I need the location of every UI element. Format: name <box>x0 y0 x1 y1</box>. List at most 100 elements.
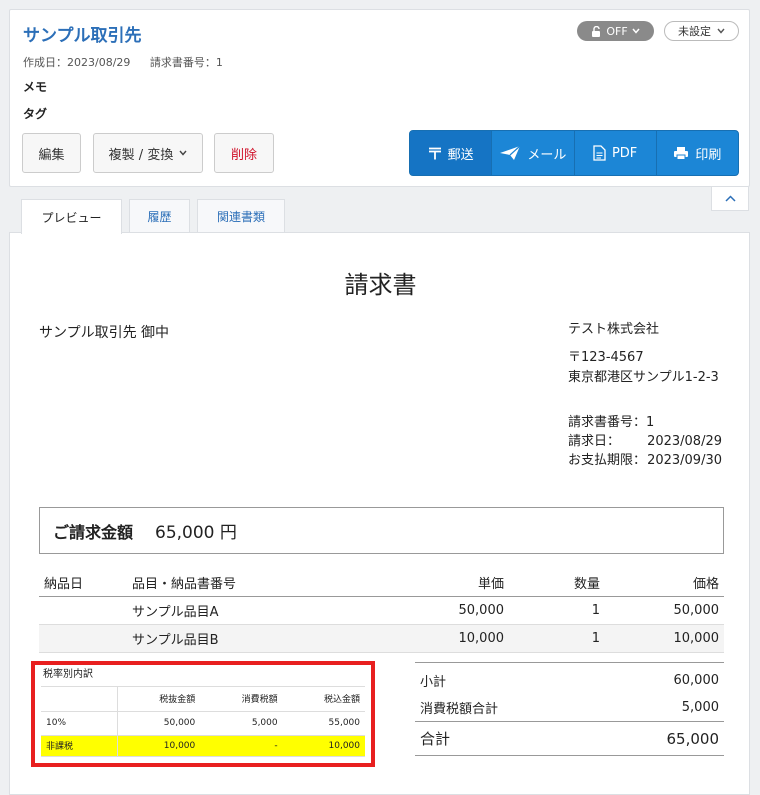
sender-postal: 〒123-4567 <box>568 350 644 365</box>
tax-total-label: 消費税額合計 <box>420 702 499 717</box>
table-row: サンプル品目A 50,000 1 50,000 <box>39 597 724 625</box>
item-name: サンプル品目B <box>132 633 219 648</box>
info-key: 請求日： <box>568 434 621 449</box>
tax-amount: 5,000 <box>200 711 283 736</box>
subtotal-value: 60,000 <box>673 672 720 688</box>
tag-label: タグ <box>23 107 48 121</box>
mail-post-button[interactable]: 郵送 <box>410 131 493 175</box>
tab-preview[interactable]: プレビュー <box>21 199 122 234</box>
print-button[interactable]: 印刷 <box>657 131 738 175</box>
created-date: 作成日：2023/08/29 <box>23 56 131 69</box>
info-row: 請求日： 2023/08/29 <box>568 432 722 451</box>
items-header-row: 納品日 品目・納品書番号 単価 数量 価格 <box>39 569 724 597</box>
copy-convert-button[interactable]: 複製 / 変換 <box>93 133 203 173</box>
unlock-icon <box>591 25 602 37</box>
edit-button[interactable]: 編集 <box>22 133 81 173</box>
tax-breakdown-table: 税抜金額 消費税額 税込金額 10% 50,000 5,000 55,000 非… <box>41 687 365 757</box>
items-table: 納品日 品目・納品書番号 単価 数量 価格 サンプル品目A 50,000 1 5… <box>39 569 724 653</box>
tax-breakdown-title: 税率別内訳 <box>41 669 365 687</box>
pdf-label: PDF <box>611 145 638 161</box>
item-amount: 10,000 <box>673 631 720 646</box>
info-value: 2023/08/29 <box>647 434 722 449</box>
item-amount: 50,000 <box>673 603 720 618</box>
subtotal-row: 小計 60,000 <box>415 666 724 694</box>
mail-post-label: 郵送 <box>447 147 474 163</box>
chevron-down-icon <box>632 28 640 34</box>
tax-col-header: 税抜金額 <box>117 687 201 712</box>
tax-total-row: 消費税額合計 5,000 <box>415 694 724 722</box>
item-quantity: 1 <box>591 603 600 618</box>
print-label: 印刷 <box>695 147 722 163</box>
header-card: サンプル取引先 作成日：2023/08/29 請求書番号：1 メモ タグ OFF… <box>9 9 750 187</box>
grand-total-row: 合計 65,000 <box>415 722 724 756</box>
chevron-up-icon <box>724 195 736 202</box>
send-actions: 郵送 メール PDF 印刷 <box>409 130 739 176</box>
document-title: 請求書 <box>344 271 417 299</box>
sender-address: 東京都港区サンプル1-2-3 <box>568 370 719 385</box>
tax-col-header: 消費税額 <box>200 687 283 712</box>
document-info: 請求書番号： 1 請求日： 2023/08/29 お支払期限： 2023/09/30 <box>568 413 722 470</box>
chevron-down-icon <box>717 28 725 34</box>
tax-amount: - <box>200 735 283 757</box>
tax-col-header: 税込金額 <box>282 687 365 712</box>
email-label: メール <box>527 147 567 163</box>
delete-button-label: 削除 <box>230 147 257 163</box>
invoice-number: 請求書番号：1 <box>149 56 223 69</box>
subtotal-label: 小計 <box>420 674 447 690</box>
item-quantity: 1 <box>591 631 600 646</box>
collapse-button[interactable] <box>711 187 749 211</box>
info-value: 1 <box>646 415 655 430</box>
sender-block: テスト株式会社 〒123-4567 東京都港区サンプル1-2-3 <box>568 320 719 388</box>
postal-icon <box>428 147 442 160</box>
tax-excluded-amount: 50,000 <box>117 711 201 736</box>
partner-title[interactable]: サンプル取引先 <box>23 21 142 46</box>
document-icon <box>593 145 606 161</box>
sender-company: テスト株式会社 <box>568 322 660 337</box>
info-row: 請求書番号： 1 <box>568 413 722 432</box>
lock-toggle[interactable]: OFF <box>577 21 654 41</box>
invoice-preview: 請求書 サンプル取引先 御中 テスト株式会社 〒123-4567 東京都港区サン… <box>9 232 750 795</box>
totals-block: 小計 60,000 消費税額合計 5,000 合計 65,000 <box>415 662 724 756</box>
delete-button[interactable]: 削除 <box>214 133 274 173</box>
tax-breakdown-box: 税率別内訳 税抜金額 消費税額 税込金額 10% 50,000 5,000 55… <box>31 661 375 767</box>
tax-rate: 非課税 <box>41 735 118 757</box>
tax-row: 10% 50,000 5,000 55,000 <box>41 711 365 736</box>
email-button[interactable]: メール <box>492 131 575 175</box>
tax-included-amount: 55,000 <box>282 711 365 736</box>
tax-included-amount: 10,000 <box>282 735 365 757</box>
tax-rate: 10% <box>41 711 118 736</box>
info-key: 請求書番号： <box>568 415 647 430</box>
chevron-down-icon <box>179 150 187 156</box>
tax-total-value: 5,000 <box>681 700 719 715</box>
tab-history[interactable]: 履歴 <box>129 199 190 233</box>
client-name: サンプル取引先 御中 <box>39 325 170 341</box>
item-name: サンプル品目A <box>132 605 219 620</box>
billing-amount-label: ご請求金額 <box>53 522 134 542</box>
status-select[interactable]: 未設定 <box>664 21 739 41</box>
copy-button-label: 複製 / 変換 <box>108 147 174 163</box>
item-unit-price: 10,000 <box>458 631 505 646</box>
col-header: 単価 <box>477 577 504 592</box>
tax-excluded-amount: 10,000 <box>117 735 201 757</box>
grand-total-value: 65,000 <box>666 729 720 748</box>
toggle-label: OFF <box>606 24 628 38</box>
col-header: 数量 <box>573 577 600 592</box>
info-key: お支払期限： <box>568 453 647 468</box>
billing-amount-box: ご請求金額 65,000 円 <box>39 507 724 554</box>
item-unit-price: 50,000 <box>458 603 505 618</box>
info-row: お支払期限： 2023/09/30 <box>568 451 722 470</box>
tax-row-highlighted: 非課税 10,000 - 10,000 <box>41 735 365 757</box>
col-header: 納品日 <box>44 577 84 592</box>
status-label: 未設定 <box>678 25 711 38</box>
printer-icon <box>673 146 689 160</box>
pdf-button[interactable]: PDF <box>575 131 657 175</box>
grand-total-label: 合計 <box>420 730 451 748</box>
header-meta: 作成日：2023/08/29 請求書番号：1 <box>23 54 223 70</box>
info-value: 2023/09/30 <box>647 453 722 468</box>
tax-col-header <box>41 687 118 712</box>
paper-plane-icon <box>499 145 521 161</box>
tab-related-documents[interactable]: 関連書類 <box>197 199 285 233</box>
memo-label: メモ <box>23 80 48 94</box>
edit-button-label: 編集 <box>38 147 65 163</box>
table-row: サンプル品目B 10,000 1 10,000 <box>39 625 724 653</box>
